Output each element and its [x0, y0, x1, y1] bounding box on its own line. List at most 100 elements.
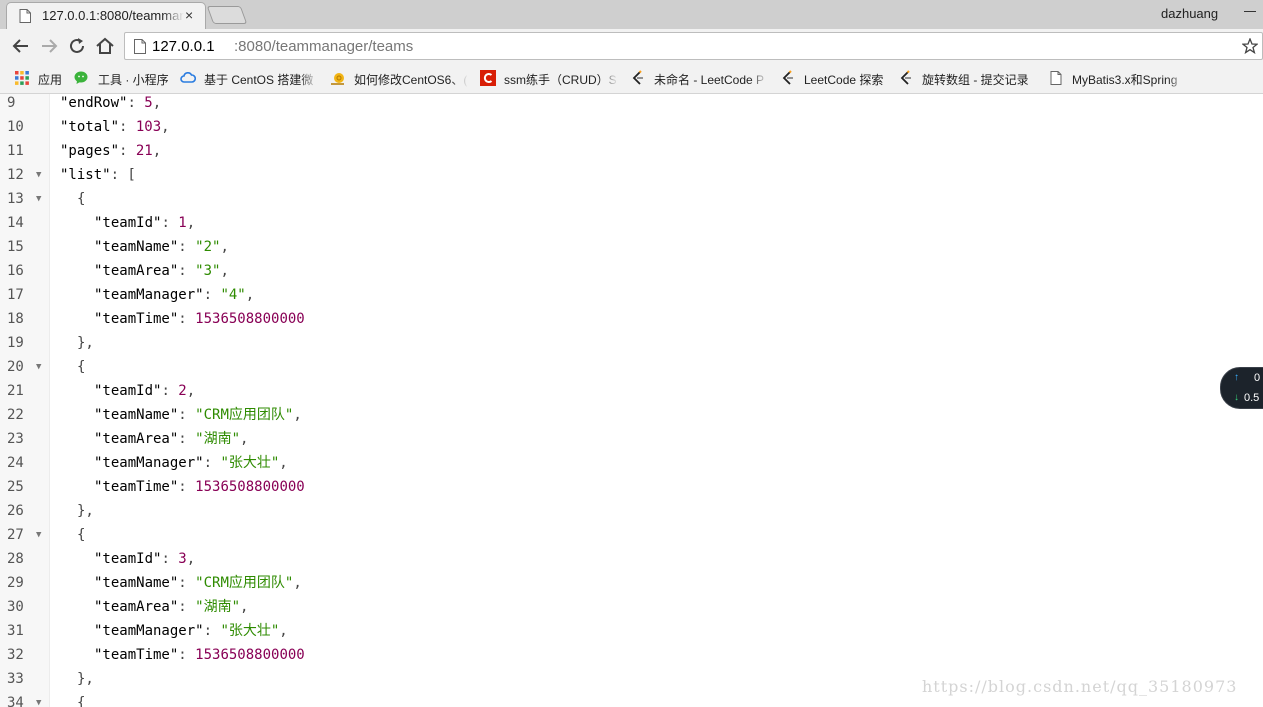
bookmark-leetcode-untitled[interactable]: 未命名 - LeetCode P	[630, 69, 768, 87]
code-line: 19},	[0, 331, 1263, 355]
json-punctuation: :	[178, 479, 196, 495]
json-punctuation: :	[178, 647, 196, 663]
back-arrow-icon[interactable]	[10, 35, 32, 57]
bookmark-ssm-crud[interactable]: ssm练手（CRUD）S	[480, 69, 618, 87]
line-number: 22	[7, 407, 24, 423]
json-punctuation: {	[77, 359, 86, 375]
json-number: 1536508800000	[195, 479, 305, 495]
bookmark-label: LeetCode 探索	[804, 73, 884, 87]
json-punctuation: {	[77, 527, 86, 543]
leetcode-icon	[632, 70, 643, 85]
json-punctuation: :	[161, 383, 179, 399]
json-punctuation: ,	[293, 575, 302, 591]
code-line: 17 "teamManager": "4",	[0, 283, 1263, 307]
line-number: 13	[7, 191, 24, 207]
json-key: "teamName"	[94, 407, 179, 423]
json-punctuation: :	[127, 95, 145, 111]
code-text: "total": 103,	[60, 115, 170, 139]
bookmark-wechat-tools[interactable]: 工具 · 小程序	[74, 69, 172, 87]
json-punctuation: :	[119, 119, 136, 135]
close-tab-icon[interactable]: ×	[185, 7, 193, 23]
code-text: {	[77, 691, 85, 707]
json-punctuation: ,	[279, 455, 288, 471]
forward-arrow-icon[interactable]	[38, 35, 60, 57]
code-text: "teamName": "2",	[94, 235, 229, 259]
profile-name[interactable]: dazhuang	[1161, 6, 1218, 21]
json-key: "pages"	[60, 143, 120, 159]
json-punctuation: ,	[279, 623, 288, 639]
bookmark-centos-modify[interactable]: 如何修改CentOS6、(	[330, 69, 468, 87]
network-speed-widget[interactable]: ↑ 0 ↓ 0.5	[1220, 367, 1263, 409]
new-tab-button[interactable]	[206, 6, 248, 24]
bookmark-label: MyBatis3.x和Spring	[1072, 73, 1178, 87]
page-info-icon[interactable]	[133, 39, 147, 54]
code-text: },	[77, 331, 94, 355]
watermark: https://blog.csdn.net/qq_35180973	[922, 677, 1238, 696]
fold-toggle-icon[interactable]: ▼	[36, 163, 41, 187]
bookmark-mybatis-spring[interactable]: MyBatis3.x和Spring	[1048, 69, 1186, 87]
json-punctuation: {	[77, 191, 86, 207]
bookmark-label: 旋转数组 - 提交记录	[922, 73, 1029, 87]
json-punctuation: ,	[186, 383, 196, 399]
json-key: "teamId"	[94, 383, 162, 399]
fold-toggle-icon[interactable]: ▼	[36, 691, 41, 707]
snail-icon	[331, 73, 344, 85]
line-number: 31	[7, 623, 24, 639]
upload-arrow-icon: ↑	[1234, 372, 1239, 383]
line-number: 19	[7, 335, 24, 351]
json-key: "teamTime"	[94, 647, 179, 663]
json-string: "3"	[195, 263, 221, 279]
code-line: 28 "teamId": 3,	[0, 547, 1263, 571]
browser-toolbar: 127.0.0.1 :8080/teammanager/teams	[0, 29, 1263, 63]
json-punctuation: :	[178, 431, 196, 447]
minimize-window-icon[interactable]	[1244, 4, 1256, 16]
line-number: 30	[7, 599, 24, 615]
bookmark-label: 如何修改CentOS6、(	[354, 73, 468, 87]
code-line: 29 "teamName": "CRM应用团队",	[0, 571, 1263, 595]
json-punctuation: :	[178, 263, 196, 279]
json-key: "total"	[60, 119, 120, 135]
line-number: 9	[7, 95, 16, 111]
json-punctuation: ,	[240, 431, 249, 447]
line-number: 29	[7, 575, 24, 591]
json-key: "teamName"	[94, 575, 179, 591]
bookmark-star-icon[interactable]	[1242, 38, 1258, 54]
address-bar[interactable]: 127.0.0.1 :8080/teammanager/teams	[124, 32, 1263, 60]
browser-tab[interactable]: 127.0.0.1:8080/teammanager/teams ×	[6, 2, 206, 29]
json-key: "list"	[60, 167, 111, 183]
bookmark-rotate-array[interactable]: 旋转数组 - 提交记录	[898, 69, 1036, 87]
json-punctuation: },	[77, 335, 94, 351]
bookmark-apps[interactable]: 应用	[14, 69, 66, 87]
code-line: 32 "teamTime": 1536508800000	[0, 643, 1263, 667]
code-line: 21 "teamId": 2,	[0, 379, 1263, 403]
bookmark-centos-cloud[interactable]: 基于 CentOS 搭建微	[180, 69, 318, 87]
line-number: 17	[7, 287, 24, 303]
page-icon	[19, 9, 31, 23]
json-punctuation: : [	[110, 167, 136, 183]
code-text: "teamManager": "张大壮",	[94, 451, 288, 475]
json-punctuation: :	[203, 287, 221, 303]
json-punctuation: ,	[293, 407, 302, 423]
fold-toggle-icon[interactable]: ▼	[36, 523, 41, 547]
bookmark-label: 工具 · 小程序	[98, 73, 169, 87]
code-line: 9 "endRow": 5,	[0, 94, 1263, 115]
code-line: 18 "teamTime": 1536508800000	[0, 307, 1263, 331]
reload-icon[interactable]	[66, 35, 88, 57]
csdn-icon	[480, 70, 496, 86]
json-punctuation: :	[178, 407, 196, 423]
home-icon[interactable]	[94, 35, 116, 57]
bookmark-label: ssm练手（CRUD）S	[504, 73, 617, 87]
line-number: 28	[7, 551, 24, 567]
url-path: :8080/teammanager/teams	[234, 38, 414, 55]
json-key: "endRow"	[60, 95, 128, 111]
line-number: 27	[7, 527, 24, 543]
json-string: "4"	[220, 287, 246, 303]
code-text: "teamManager": "4",	[94, 283, 254, 307]
fold-toggle-icon[interactable]: ▼	[36, 187, 41, 211]
json-string: "CRM应用团队"	[195, 575, 294, 591]
bookmark-leetcode-explore[interactable]: LeetCode 探索	[780, 69, 890, 87]
code-line: 31 "teamManager": "张大壮",	[0, 619, 1263, 643]
code-text: "teamId": 2,	[94, 379, 195, 403]
fold-toggle-icon[interactable]: ▼	[36, 355, 41, 379]
json-string: "湖南"	[195, 431, 241, 447]
